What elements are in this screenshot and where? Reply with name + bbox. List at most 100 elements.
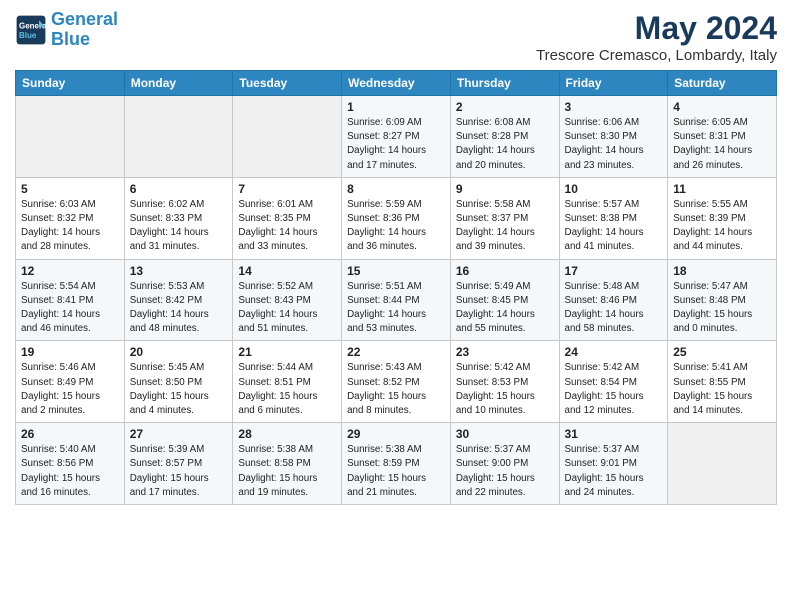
- day-number: 11: [673, 182, 771, 196]
- subtitle: Trescore Cremasco, Lombardy, Italy: [536, 47, 777, 64]
- day-number: 7: [238, 182, 336, 196]
- logo: General Blue General Blue: [15, 10, 118, 50]
- day-number: 20: [130, 345, 228, 359]
- day-info: Sunrise: 5:58 AM Sunset: 8:37 PM Dayligh…: [456, 198, 554, 255]
- calendar-cell: 11 Sunrise: 5:55 AM Sunset: 8:39 PM Dayli…: [668, 177, 777, 259]
- day-number: 13: [130, 264, 228, 278]
- calendar-cell: 13 Sunrise: 5:53 AM Sunset: 8:42 PM Dayli…: [124, 259, 233, 341]
- day-of-week-header: Tuesday: [233, 71, 342, 96]
- main-title: May 2024: [536, 10, 777, 47]
- calendar-cell: 15 Sunrise: 5:51 AM Sunset: 8:44 PM Dayli…: [342, 259, 451, 341]
- day-number: 4: [673, 100, 771, 114]
- calendar-cell: 5 Sunrise: 6:03 AM Sunset: 8:32 PM Daylig…: [16, 177, 125, 259]
- svg-text:Blue: Blue: [19, 31, 37, 40]
- calendar-cell: 30 Sunrise: 5:37 AM Sunset: 9:00 PM Dayli…: [450, 423, 559, 505]
- day-number: 29: [347, 427, 445, 441]
- day-number: 12: [21, 264, 119, 278]
- day-info: Sunrise: 5:55 AM Sunset: 8:39 PM Dayligh…: [673, 198, 771, 255]
- day-info: Sunrise: 5:44 AM Sunset: 8:51 PM Dayligh…: [238, 361, 336, 418]
- calendar-cell: 29 Sunrise: 5:38 AM Sunset: 8:59 PM Dayli…: [342, 423, 451, 505]
- calendar-cell: 6 Sunrise: 6:02 AM Sunset: 8:33 PM Daylig…: [124, 177, 233, 259]
- day-info: Sunrise: 5:43 AM Sunset: 8:52 PM Dayligh…: [347, 361, 445, 418]
- day-info: Sunrise: 5:38 AM Sunset: 8:58 PM Dayligh…: [238, 443, 336, 500]
- day-info: Sunrise: 5:59 AM Sunset: 8:36 PM Dayligh…: [347, 198, 445, 255]
- day-info: Sunrise: 5:57 AM Sunset: 8:38 PM Dayligh…: [565, 198, 663, 255]
- day-info: Sunrise: 5:46 AM Sunset: 8:49 PM Dayligh…: [21, 361, 119, 418]
- day-info: Sunrise: 5:37 AM Sunset: 9:01 PM Dayligh…: [565, 443, 663, 500]
- day-info: Sunrise: 6:08 AM Sunset: 8:28 PM Dayligh…: [456, 116, 554, 173]
- day-of-week-header: Saturday: [668, 71, 777, 96]
- calendar-cell: 1Sunrise: 6:09 AM Sunset: 8:27 PM Daylig…: [342, 96, 451, 178]
- day-number: 27: [130, 427, 228, 441]
- day-info: Sunrise: 5:42 AM Sunset: 8:54 PM Dayligh…: [565, 361, 663, 418]
- calendar-cell: 10Sunrise: 5:57 AM Sunset: 8:38 PM Dayli…: [559, 177, 668, 259]
- calendar-cell: 2 Sunrise: 6:08 AM Sunset: 8:28 PM Daylig…: [450, 96, 559, 178]
- day-info: Sunrise: 5:39 AM Sunset: 8:57 PM Dayligh…: [130, 443, 228, 500]
- day-info: Sunrise: 5:48 AM Sunset: 8:46 PM Dayligh…: [565, 280, 663, 337]
- day-info: Sunrise: 6:05 AM Sunset: 8:31 PM Dayligh…: [673, 116, 771, 173]
- calendar-cell: 18 Sunrise: 5:47 AM Sunset: 8:48 PM Dayli…: [668, 259, 777, 341]
- day-number: 31: [565, 427, 663, 441]
- day-info: Sunrise: 5:40 AM Sunset: 8:56 PM Dayligh…: [21, 443, 119, 500]
- day-number: 30: [456, 427, 554, 441]
- calendar-cell: 12 Sunrise: 5:54 AM Sunset: 8:41 PM Dayli…: [16, 259, 125, 341]
- day-info: Sunrise: 5:49 AM Sunset: 8:45 PM Dayligh…: [456, 280, 554, 337]
- calendar-cell: 9 Sunrise: 5:58 AM Sunset: 8:37 PM Daylig…: [450, 177, 559, 259]
- day-info: Sunrise: 5:53 AM Sunset: 8:42 PM Dayligh…: [130, 280, 228, 337]
- day-number: 3: [565, 100, 663, 114]
- day-number: 1: [347, 100, 445, 114]
- calendar-cell: 14Sunrise: 5:52 AM Sunset: 8:43 PM Dayli…: [233, 259, 342, 341]
- calendar-week-row: 12 Sunrise: 5:54 AM Sunset: 8:41 PM Dayli…: [16, 259, 777, 341]
- calendar-cell: [668, 423, 777, 505]
- calendar-cell: 8 Sunrise: 5:59 AM Sunset: 8:36 PM Daylig…: [342, 177, 451, 259]
- calendar-cell: 7 Sunrise: 6:01 AM Sunset: 8:35 PM Daylig…: [233, 177, 342, 259]
- day-number: 26: [21, 427, 119, 441]
- day-info: Sunrise: 5:52 AM Sunset: 8:43 PM Dayligh…: [238, 280, 336, 337]
- calendar-cell: 20Sunrise: 5:45 AM Sunset: 8:50 PM Dayli…: [124, 341, 233, 423]
- logo-icon: General Blue: [15, 14, 47, 46]
- calendar-cell: 19 Sunrise: 5:46 AM Sunset: 8:49 PM Dayli…: [16, 341, 125, 423]
- day-info: Sunrise: 5:54 AM Sunset: 8:41 PM Dayligh…: [21, 280, 119, 337]
- day-number: 21: [238, 345, 336, 359]
- calendar-cell: 24 Sunrise: 5:42 AM Sunset: 8:54 PM Dayli…: [559, 341, 668, 423]
- page-header: General Blue General Blue May 2024 Tresc…: [15, 10, 777, 64]
- day-number: 19: [21, 345, 119, 359]
- calendar-week-row: 19 Sunrise: 5:46 AM Sunset: 8:49 PM Dayli…: [16, 341, 777, 423]
- day-number: 15: [347, 264, 445, 278]
- day-number: 17: [565, 264, 663, 278]
- day-of-week-header: Wednesday: [342, 71, 451, 96]
- calendar-cell: 22 Sunrise: 5:43 AM Sunset: 8:52 PM Dayli…: [342, 341, 451, 423]
- day-info: Sunrise: 5:37 AM Sunset: 9:00 PM Dayligh…: [456, 443, 554, 500]
- calendar-cell: [233, 96, 342, 178]
- logo-text: General Blue: [51, 10, 118, 50]
- day-of-week-header: Monday: [124, 71, 233, 96]
- day-number: 18: [673, 264, 771, 278]
- calendar-cell: [124, 96, 233, 178]
- day-number: 6: [130, 182, 228, 196]
- day-number: 9: [456, 182, 554, 196]
- calendar-cell: 4 Sunrise: 6:05 AM Sunset: 8:31 PM Daylig…: [668, 96, 777, 178]
- day-info: Sunrise: 5:47 AM Sunset: 8:48 PM Dayligh…: [673, 280, 771, 337]
- day-info: Sunrise: 6:03 AM Sunset: 8:32 PM Dayligh…: [21, 198, 119, 255]
- day-info: Sunrise: 5:51 AM Sunset: 8:44 PM Dayligh…: [347, 280, 445, 337]
- day-info: Sunrise: 6:01 AM Sunset: 8:35 PM Dayligh…: [238, 198, 336, 255]
- calendar-cell: 25Sunrise: 5:41 AM Sunset: 8:55 PM Dayli…: [668, 341, 777, 423]
- day-info: Sunrise: 5:38 AM Sunset: 8:59 PM Dayligh…: [347, 443, 445, 500]
- day-number: 28: [238, 427, 336, 441]
- calendar-cell: 27 Sunrise: 5:39 AM Sunset: 8:57 PM Dayli…: [124, 423, 233, 505]
- calendar-cell: [16, 96, 125, 178]
- calendar-week-row: 26 Sunrise: 5:40 AM Sunset: 8:56 PM Dayli…: [16, 423, 777, 505]
- calendar-cell: 26 Sunrise: 5:40 AM Sunset: 8:56 PM Dayli…: [16, 423, 125, 505]
- day-info: Sunrise: 6:02 AM Sunset: 8:33 PM Dayligh…: [130, 198, 228, 255]
- calendar-cell: 16Sunrise: 5:49 AM Sunset: 8:45 PM Dayli…: [450, 259, 559, 341]
- day-number: 23: [456, 345, 554, 359]
- calendar-cell: 23Sunrise: 5:42 AM Sunset: 8:53 PM Dayli…: [450, 341, 559, 423]
- calendar-week-row: 1Sunrise: 6:09 AM Sunset: 8:27 PM Daylig…: [16, 96, 777, 178]
- calendar-cell: 31 Sunrise: 5:37 AM Sunset: 9:01 PM Dayli…: [559, 423, 668, 505]
- calendar-week-row: 5 Sunrise: 6:03 AM Sunset: 8:32 PM Daylig…: [16, 177, 777, 259]
- day-number: 5: [21, 182, 119, 196]
- day-number: 2: [456, 100, 554, 114]
- day-number: 22: [347, 345, 445, 359]
- day-number: 8: [347, 182, 445, 196]
- day-number: 24: [565, 345, 663, 359]
